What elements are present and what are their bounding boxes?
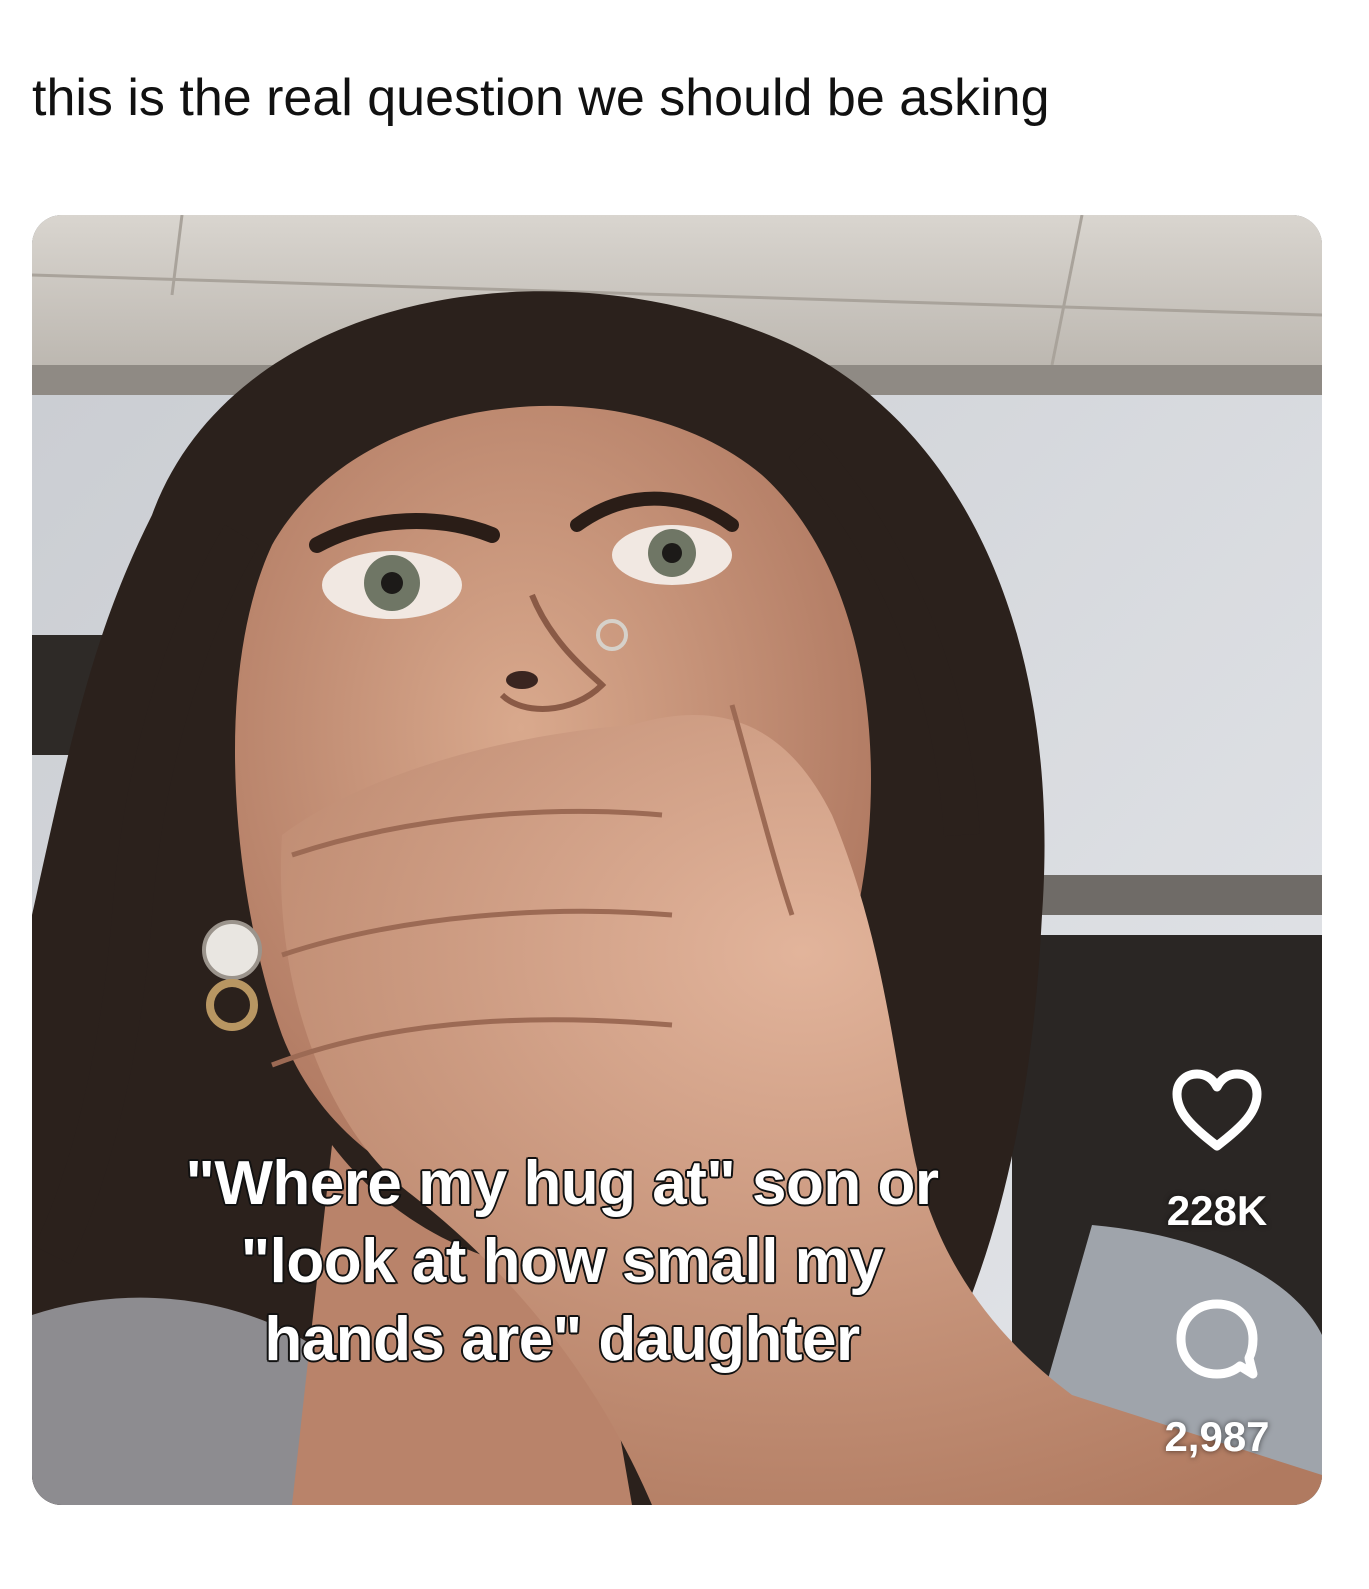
heart-icon [1172, 1069, 1262, 1151]
like-count: 228K [1166, 1187, 1268, 1234]
comment-bubble-icon [1176, 1299, 1258, 1379]
overlay-line-2: "look at how small my [239, 1226, 885, 1298]
comment-button[interactable] [1132, 1285, 1302, 1395]
comment-count: 2,987 [1164, 1413, 1270, 1460]
overlay-line-1: "Where my hug at" son or [184, 1148, 940, 1220]
like-button[interactable] [1132, 1055, 1302, 1165]
video-action-rail: 228K 2,987 [1132, 1055, 1302, 1461]
post-caption: this is the real question we should be a… [32, 69, 1050, 127]
video-overlay-caption: "Where my hug at" son or "look at how sm… [32, 1145, 1092, 1379]
video-thumbnail[interactable]: "Where my hug at" son or "look at how sm… [32, 215, 1322, 1505]
overlay-line-3: hands are" daughter [263, 1304, 862, 1376]
